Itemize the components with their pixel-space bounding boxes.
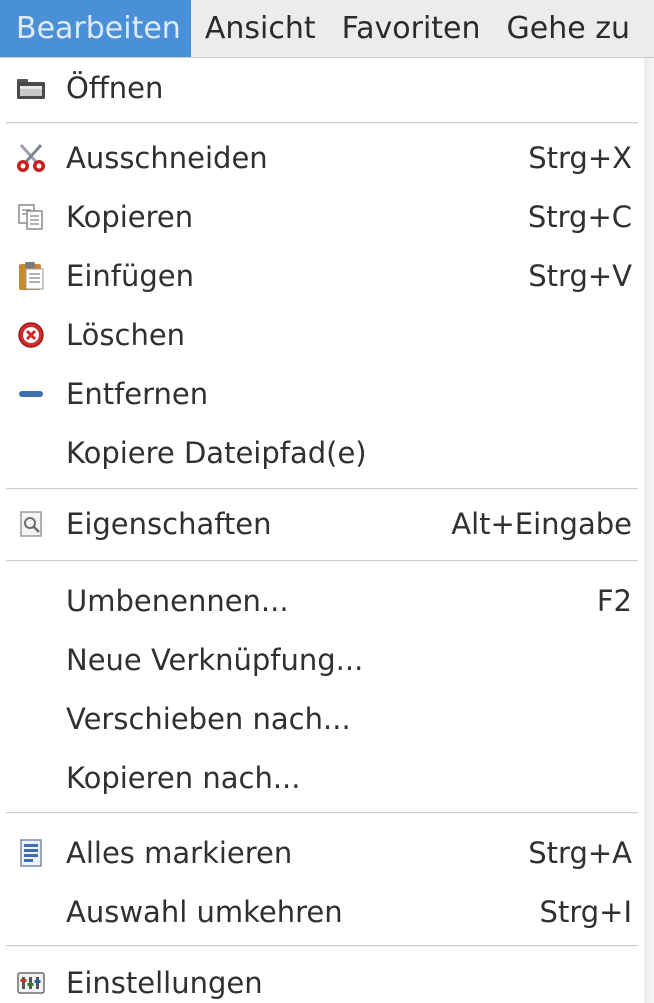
menu-separator	[6, 945, 638, 947]
delete-icon	[14, 318, 48, 352]
menu-item-copy[interactable]: Kopieren Strg+C	[0, 188, 644, 246]
preferences-icon	[14, 966, 48, 1000]
shortcut-label: Strg+X	[528, 141, 632, 175]
menu-item-label: Einstellungen	[66, 966, 263, 1000]
shortcut-label: Alt+Eingabe	[451, 507, 632, 541]
menu-item-label: Kopiere Dateipfad(e)	[66, 436, 367, 470]
shortcut-label: Strg+A	[528, 836, 632, 870]
menu-item-copy-to[interactable]: Kopieren nach...	[0, 749, 644, 807]
menu-item-rename[interactable]: Umbenennen... F2	[0, 572, 644, 630]
menu-item-label: Auswahl umkehren	[66, 895, 343, 929]
copy-icon	[14, 200, 48, 234]
menu-edge-shadow	[644, 58, 654, 1003]
menu-separator	[6, 122, 638, 124]
shortcut-label: Strg+I	[539, 895, 632, 929]
menu-item-new-shortcut[interactable]: Neue Verknüpfung...	[0, 631, 644, 689]
menu-item-label: Öffnen	[66, 71, 164, 105]
edit-dropdown-menu: Öffnen Ausschneiden Strg+X Kopieren Strg…	[0, 58, 654, 1003]
menu-separator	[6, 560, 638, 562]
menu-separator	[6, 488, 638, 490]
shortcut-label: Strg+C	[527, 200, 632, 234]
properties-icon	[14, 507, 48, 541]
menu-item-label: Verschieben nach...	[66, 702, 351, 736]
menu-item-delete[interactable]: Löschen	[0, 306, 644, 364]
menu-item-label: Umbenennen...	[66, 584, 289, 618]
menu-gehe-zu[interactable]: Gehe zu	[493, 0, 642, 57]
menu-item-label: Einfügen	[66, 259, 194, 293]
menu-item-invert-selection[interactable]: Auswahl umkehren Strg+I	[0, 883, 644, 941]
menu-item-label: Kopieren	[66, 200, 194, 234]
menu-item-select-all[interactable]: Alles markieren Strg+A	[0, 824, 644, 882]
shortcut-label: Strg+V	[528, 259, 632, 293]
menu-item-properties[interactable]: Eigenschaften Alt+Eingabe	[0, 495, 644, 553]
menu-bar: Bearbeiten Ansicht Favoriten Gehe zu	[0, 0, 654, 58]
menu-item-label: Alles markieren	[66, 836, 293, 870]
menu-item-label: Neue Verknüpfung...	[66, 643, 364, 677]
menu-item-open[interactable]: Öffnen	[0, 59, 644, 117]
menu-item-cut[interactable]: Ausschneiden Strg+X	[0, 129, 644, 187]
menu-item-move-to[interactable]: Verschieben nach...	[0, 690, 644, 748]
remove-icon	[14, 377, 48, 411]
shortcut-label: F2	[596, 584, 632, 618]
scissors-icon	[14, 141, 48, 175]
menu-item-label: Kopieren nach...	[66, 761, 301, 795]
select-all-icon	[14, 836, 48, 870]
menu-item-remove[interactable]: Entfernen	[0, 365, 644, 423]
menu-favoriten[interactable]: Favoriten	[328, 0, 493, 57]
menu-item-preferences[interactable]: Einstellungen	[0, 954, 644, 1003]
menu-separator	[6, 812, 638, 814]
menu-item-paste[interactable]: Einfügen Strg+V	[0, 247, 644, 305]
menu-item-label: Löschen	[66, 318, 186, 352]
menu-bearbeiten[interactable]: Bearbeiten	[0, 0, 191, 57]
menu-item-label: Entfernen	[66, 377, 209, 411]
menu-item-label: Eigenschaften	[66, 507, 272, 541]
folder-open-icon	[14, 71, 48, 105]
paste-icon	[14, 259, 48, 293]
menu-item-copy-path[interactable]: Kopiere Dateipfad(e)	[0, 424, 644, 482]
menu-item-label: Ausschneiden	[66, 141, 268, 175]
menu-ansicht[interactable]: Ansicht	[191, 0, 328, 57]
